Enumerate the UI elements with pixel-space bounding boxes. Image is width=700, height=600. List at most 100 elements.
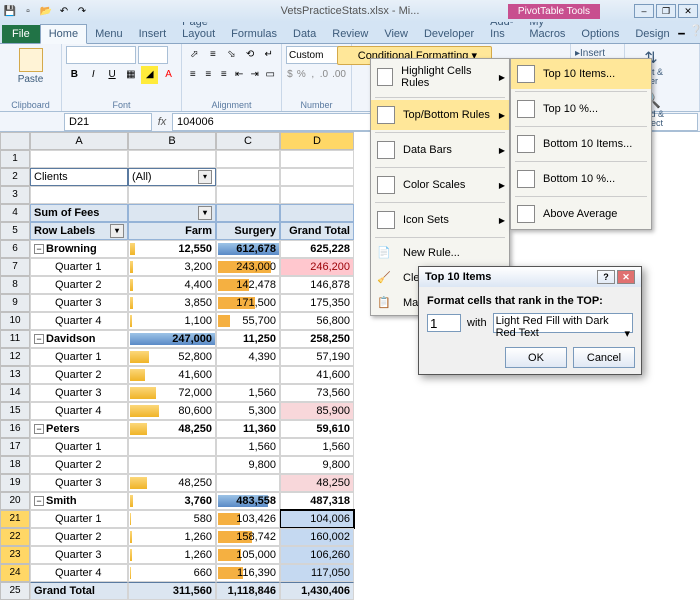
orientation-button[interactable]: ⟲ <box>242 46 259 64</box>
collapse-icon[interactable]: − <box>34 424 44 434</box>
file-tab[interactable]: File <box>2 25 40 43</box>
help-icon[interactable]: ❔ <box>689 24 700 43</box>
row-header[interactable]: 7 <box>0 258 30 276</box>
cell[interactable]: 1,100 <box>128 312 216 330</box>
row-header[interactable]: 4 <box>0 204 30 222</box>
cancel-button[interactable]: Cancel <box>573 347 635 368</box>
grandtotal-header[interactable]: Grand Total <box>280 222 354 240</box>
quarter-row[interactable]: Quarter 4 <box>30 564 128 582</box>
cell[interactable]: 311,560 <box>128 582 216 600</box>
row-header[interactable]: 25 <box>0 582 30 600</box>
row-header[interactable]: 10 <box>0 312 30 330</box>
quarter-row[interactable]: Quarter 1 <box>30 258 128 276</box>
align-right-button[interactable]: ≡ <box>217 66 231 84</box>
cell[interactable]: 59,610 <box>280 420 354 438</box>
dialog-titlebar[interactable]: Top 10 Items ? ✕ <box>419 267 641 287</box>
quarter-row[interactable]: Quarter 3 <box>30 474 128 492</box>
row-header[interactable]: 22 <box>0 528 30 546</box>
cell[interactable]: 55,700 <box>216 312 280 330</box>
davidson-row[interactable]: −Davidson <box>30 330 128 348</box>
tab-data[interactable]: Data <box>285 25 324 43</box>
cf-databars[interactable]: Data Bars▶ <box>371 135 509 165</box>
active-cell[interactable]: 104,006 <box>280 510 354 528</box>
quarter-row[interactable]: Quarter 4 <box>30 402 128 420</box>
row-header[interactable]: 18 <box>0 456 30 474</box>
tab-options[interactable]: Options <box>573 25 627 43</box>
top-value-input[interactable] <box>427 314 461 332</box>
cf-newrule[interactable]: 📄New Rule... <box>371 240 509 265</box>
tab-menu[interactable]: Menu <box>87 25 131 43</box>
cell[interactable]: 1,560 <box>280 438 354 456</box>
sumfees-label[interactable]: Sum of Fees <box>30 204 128 222</box>
ok-button[interactable]: OK <box>505 347 567 368</box>
cell[interactable]: 12,550 <box>128 240 216 258</box>
restore-button[interactable]: ❐ <box>656 4 676 18</box>
cell[interactable]: 73,560 <box>280 384 354 402</box>
cell[interactable]: 146,878 <box>280 276 354 294</box>
italic-button[interactable]: I <box>85 66 102 84</box>
redo-icon[interactable]: ↷ <box>74 3 90 19</box>
col-dropdown-icon[interactable]: ▾ <box>198 206 212 220</box>
minimize-button[interactable]: – <box>634 4 654 18</box>
cell[interactable]: 57,190 <box>280 348 354 366</box>
filter-dropdown-icon[interactable]: ▾ <box>198 170 212 184</box>
col-header-C[interactable]: C <box>216 132 280 150</box>
rowlabels-header[interactable]: Row Labels▾ <box>30 222 128 240</box>
row-dropdown-icon[interactable]: ▾ <box>110 224 124 238</box>
cell[interactable]: 660 <box>128 564 216 582</box>
cf-highlight-rules[interactable]: Highlight Cells Rules▶ <box>371 59 509 95</box>
cell[interactable]: 1,260 <box>128 546 216 564</box>
cf-topbottom-rules[interactable]: Top/Bottom Rules▶ <box>371 100 509 130</box>
collapse-icon[interactable]: − <box>34 244 44 254</box>
select-all-corner[interactable] <box>0 132 30 150</box>
cell[interactable]: 11,250 <box>216 330 280 348</box>
cell[interactable]: 171,500 <box>216 294 280 312</box>
cell[interactable] <box>216 474 280 492</box>
row-header[interactable]: 13 <box>0 366 30 384</box>
row-header[interactable]: 20 <box>0 492 30 510</box>
cell[interactable]: 9,800 <box>280 456 354 474</box>
tab-developer[interactable]: Developer <box>416 25 482 43</box>
cell[interactable]: 175,350 <box>280 294 354 312</box>
row-header[interactable]: 12 <box>0 348 30 366</box>
sub-aboveavg[interactable]: Above Average <box>511 199 651 229</box>
cell[interactable]: 117,050 <box>280 564 354 582</box>
cell[interactable]: 1,560 <box>216 384 280 402</box>
surgery-header[interactable]: Surgery <box>216 222 280 240</box>
cell[interactable]: 41,600 <box>280 366 354 384</box>
align-center-button[interactable]: ≡ <box>202 66 216 84</box>
row-header[interactable]: 14 <box>0 384 30 402</box>
cf-colorscales[interactable]: Color Scales▶ <box>371 170 509 200</box>
columns-dropdown[interactable]: ▾ <box>128 204 216 222</box>
dialog-close-button[interactable]: ✕ <box>617 270 635 284</box>
new-icon[interactable]: ▫ <box>20 3 36 19</box>
row-header[interactable]: 11 <box>0 330 30 348</box>
cell[interactable]: 625,228 <box>280 240 354 258</box>
cell[interactable]: 106,260 <box>280 546 354 564</box>
farm-header[interactable]: Farm <box>128 222 216 240</box>
open-icon[interactable]: 📂 <box>38 3 54 19</box>
browning-row[interactable]: −Browning <box>30 240 128 258</box>
undo-icon[interactable]: ↶ <box>56 3 72 19</box>
col-header-B[interactable]: B <box>128 132 216 150</box>
row-header[interactable]: 23 <box>0 546 30 564</box>
font-size-select[interactable] <box>138 46 168 64</box>
sub-bot10items[interactable]: Bottom 10 Items... <box>511 129 651 159</box>
align-middle-button[interactable]: ≡ <box>205 46 222 64</box>
paste-button[interactable]: Paste <box>4 46 57 87</box>
collapse-icon[interactable]: − <box>34 334 44 344</box>
row-header[interactable]: 5 <box>0 222 30 240</box>
cell[interactable]: 3,760 <box>128 492 216 510</box>
collapse-icon[interactable]: − <box>34 496 44 506</box>
cell[interactable]: 487,318 <box>280 492 354 510</box>
font-name-select[interactable] <box>66 46 136 64</box>
cell[interactable] <box>128 438 216 456</box>
cell[interactable]: 48,250 <box>280 474 354 492</box>
tab-home[interactable]: Home <box>40 24 87 44</box>
cell[interactable] <box>128 456 216 474</box>
cell[interactable]: 3,850 <box>128 294 216 312</box>
quarter-row[interactable]: Quarter 1 <box>30 510 128 528</box>
cell[interactable]: 116,390 <box>216 564 280 582</box>
smith-row[interactable]: −Smith <box>30 492 128 510</box>
save-icon[interactable]: 💾 <box>2 3 18 19</box>
